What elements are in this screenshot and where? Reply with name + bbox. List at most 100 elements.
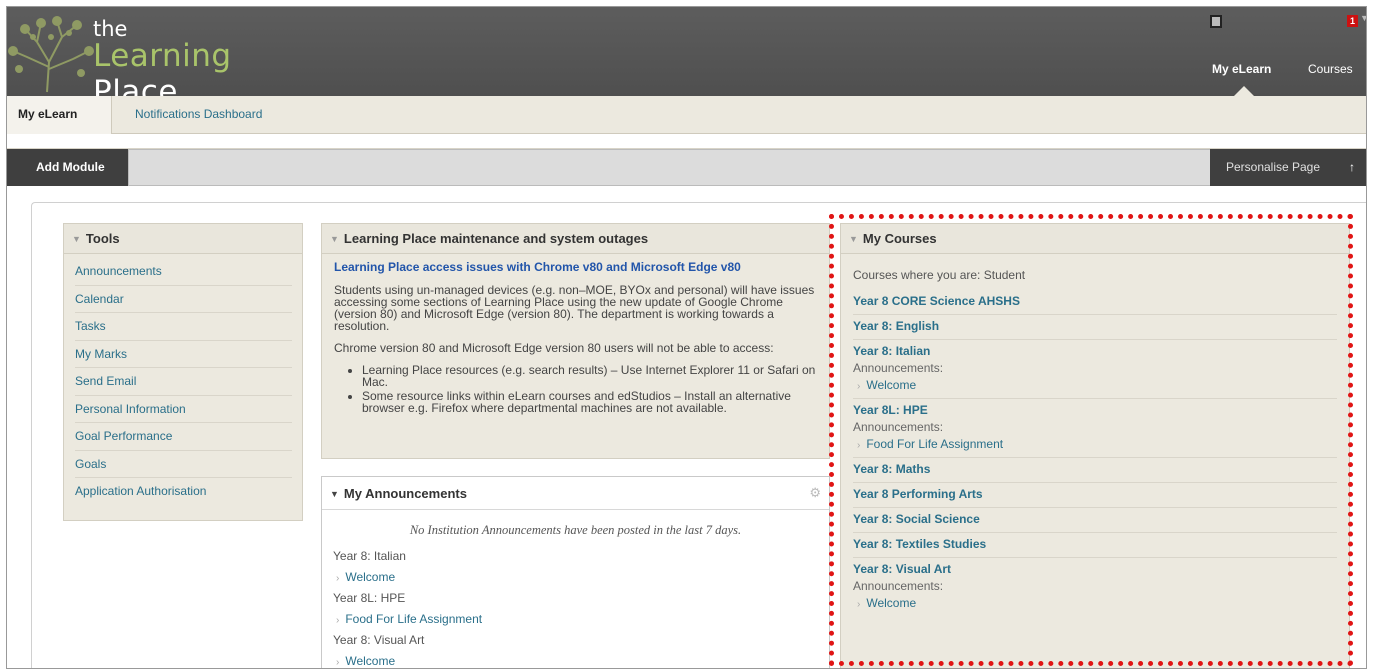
tool-link[interactable]: Personal Information — [75, 396, 292, 423]
menu-caret-icon[interactable]: ▼ — [1360, 13, 1366, 23]
tools-module: ▼ Tools Announcements Calendar Tasks My M… — [63, 223, 303, 521]
course-link[interactable]: Year 8 Performing Arts — [853, 487, 1337, 501]
course-link[interactable]: Year 8: Italian — [853, 344, 1337, 358]
add-module-button[interactable]: Add Module — [7, 149, 128, 186]
maintenance-title: Learning Place maintenance and system ou… — [343, 231, 649, 246]
announcements-module: ▼ My Announcements ⚙ No Institution Annou… — [321, 476, 830, 668]
announcement-course: Year 8L: HPE — [333, 591, 406, 605]
tool-link[interactable]: Tasks — [75, 313, 292, 341]
chevron-right-icon: › — [336, 615, 340, 626]
tool-link[interactable]: Send Email — [75, 368, 292, 396]
gear-icon[interactable]: ⚙ — [809, 485, 821, 501]
collapse-caret-icon[interactable]: ▼ — [72, 224, 81, 254]
announcement-link-label: Welcome — [345, 570, 396, 584]
course-announcement-label: Welcome — [866, 378, 917, 392]
tab-notifications-dashboard[interactable]: Notifications Dashboard — [135, 96, 262, 134]
course-announcement-link[interactable]: › Welcome — [853, 378, 1337, 392]
maintenance-bullet: Learning Place resources (e.g. search re… — [362, 364, 819, 388]
chrome-edge-issue-link[interactable]: Learning Place access issues with Chrome… — [334, 261, 819, 273]
my-courses-title: My Courses — [862, 231, 937, 246]
tree-logo-icon — [8, 16, 94, 93]
add-module-panel — [128, 149, 1216, 186]
tab-strip: My eLearn Notifications Dashboard — [7, 96, 1366, 134]
collapse-caret-icon[interactable]: ▼ — [330, 478, 339, 511]
tools-title: Tools — [85, 231, 120, 246]
course-announcements-label: Announcements: — [853, 420, 944, 434]
maintenance-bullets: Learning Place resources (e.g. search re… — [334, 364, 819, 414]
course-announcement-link[interactable]: › Welcome — [853, 596, 1337, 610]
collapse-caret-icon[interactable]: ▼ — [849, 224, 858, 254]
course-link[interactable]: Year 8: Visual Art — [853, 562, 1337, 576]
maintenance-header[interactable]: ▼ Learning Place maintenance and system o… — [322, 224, 829, 254]
chevron-right-icon: › — [857, 599, 861, 610]
announcement-link-label: Welcome — [345, 654, 396, 668]
announcement-link[interactable]: › Welcome — [333, 570, 829, 584]
announcements-title: My Announcements — [343, 486, 467, 501]
logo-text-learning: Learning — [93, 38, 232, 74]
course-announcements-label: Announcements: — [853, 361, 944, 375]
tool-link[interactable]: Application Authorisation — [75, 478, 292, 506]
course-item: Year 8: Visual Art Announcements: › Welco… — [853, 558, 1337, 616]
my-courses-module: ▼ My Courses Courses where you are: Stude… — [840, 223, 1350, 668]
course-announcement-label: Welcome — [866, 596, 917, 610]
announcement-course: Year 8: Italian — [333, 549, 406, 563]
course-item: Year 8: Textiles Studies — [853, 533, 1337, 558]
nav-courses[interactable]: Courses — [1308, 62, 1353, 76]
module-bar: Add Module Personalise Page ↑ — [7, 148, 1366, 186]
chevron-right-icon: › — [857, 381, 861, 392]
maintenance-module: ▼ Learning Place maintenance and system o… — [321, 223, 830, 459]
course-link[interactable]: Year 8: English — [853, 319, 1337, 333]
site-header: the Learning Place 1 ▼ My eLearn Courses — [7, 7, 1366, 110]
nav-active-pointer — [1234, 86, 1254, 96]
tool-link[interactable]: Goals — [75, 451, 292, 478]
nav-my-elearn[interactable]: My eLearn — [1212, 62, 1271, 76]
tool-link[interactable]: My Marks — [75, 341, 292, 368]
my-courses-header[interactable]: ▼ My Courses — [841, 224, 1349, 254]
course-announcement-link[interactable]: › Food For Life Assignment — [853, 437, 1337, 451]
tool-link[interactable]: Calendar — [75, 286, 292, 313]
course-item: Year 8: Maths — [853, 458, 1337, 483]
collapse-caret-icon[interactable]: ▼ — [330, 224, 339, 254]
course-announcement-label: Food For Life Assignment — [866, 437, 1004, 451]
announcement-link[interactable]: › Food For Life Assignment — [333, 612, 829, 626]
course-item: Year 8 Performing Arts — [853, 483, 1337, 508]
tool-link[interactable]: Goal Performance — [75, 423, 292, 451]
course-link[interactable]: Year 8: Social Science — [853, 512, 1337, 526]
courses-role-label: Courses where you are: Student — [853, 268, 1026, 282]
no-announcements-message: No Institution Announcements have been p… — [409, 523, 742, 537]
app-frame: the Learning Place 1 ▼ My eLearn Courses… — [6, 6, 1367, 669]
chevron-right-icon: › — [336, 573, 340, 584]
course-item: Year 8: English — [853, 315, 1337, 340]
notification-badge[interactable]: 1 — [1347, 15, 1358, 27]
maintenance-bullet: Some resource links within eLearn course… — [362, 390, 819, 414]
course-item: Year 8: Italian Announcements: › Welcome — [853, 340, 1337, 399]
course-announcements-label: Announcements: — [853, 579, 944, 593]
announcements-list: Year 8: Italian › Welcome Year 8L: HPE › F… — [322, 549, 829, 668]
course-link[interactable]: Year 8L: HPE — [853, 403, 1337, 417]
announcement-link[interactable]: › Welcome — [333, 654, 829, 668]
tool-link[interactable]: Announcements — [75, 258, 292, 286]
maintenance-paragraph-2: Chrome version 80 and Microsoft Edge ver… — [334, 341, 774, 355]
announcement-course: Year 8: Visual Art — [333, 633, 425, 647]
tools-list: Announcements Calendar Tasks My Marks Se… — [64, 254, 302, 506]
chevron-right-icon: › — [336, 657, 340, 668]
tab-my-elearn[interactable]: My eLearn — [7, 96, 112, 134]
chevron-right-icon: › — [857, 440, 861, 451]
learning-place-logo[interactable]: the Learning Place — [7, 7, 297, 110]
reorder-icon[interactable]: ↑ — [1336, 149, 1366, 186]
user-avatar-icon[interactable] — [1210, 15, 1222, 28]
maintenance-paragraph-1: Students using un-managed devices (e.g. … — [334, 283, 815, 333]
tools-header[interactable]: ▼ Tools — [64, 224, 302, 254]
course-item: Year 8: Social Science — [853, 508, 1337, 533]
course-link[interactable]: Year 8: Textiles Studies — [853, 537, 1337, 551]
course-item: Year 8L: HPE Announcements: › Food For Li… — [853, 399, 1337, 458]
course-link[interactable]: Year 8: Maths — [853, 462, 1337, 476]
personalise-page-button[interactable]: Personalise Page — [1210, 149, 1336, 186]
content-area: ▼ Tools Announcements Calendar Tasks My M… — [31, 202, 1366, 668]
course-item: Year 8 CORE Science AHSHS — [853, 290, 1337, 315]
my-courses-body: Courses where you are: Student Year 8 CO… — [841, 254, 1349, 616]
announcements-header[interactable]: ▼ My Announcements — [322, 477, 829, 510]
maintenance-body: Learning Place access issues with Chrome… — [322, 254, 829, 414]
course-link[interactable]: Year 8 CORE Science AHSHS — [853, 294, 1337, 308]
announcement-link-label: Food For Life Assignment — [345, 612, 483, 626]
